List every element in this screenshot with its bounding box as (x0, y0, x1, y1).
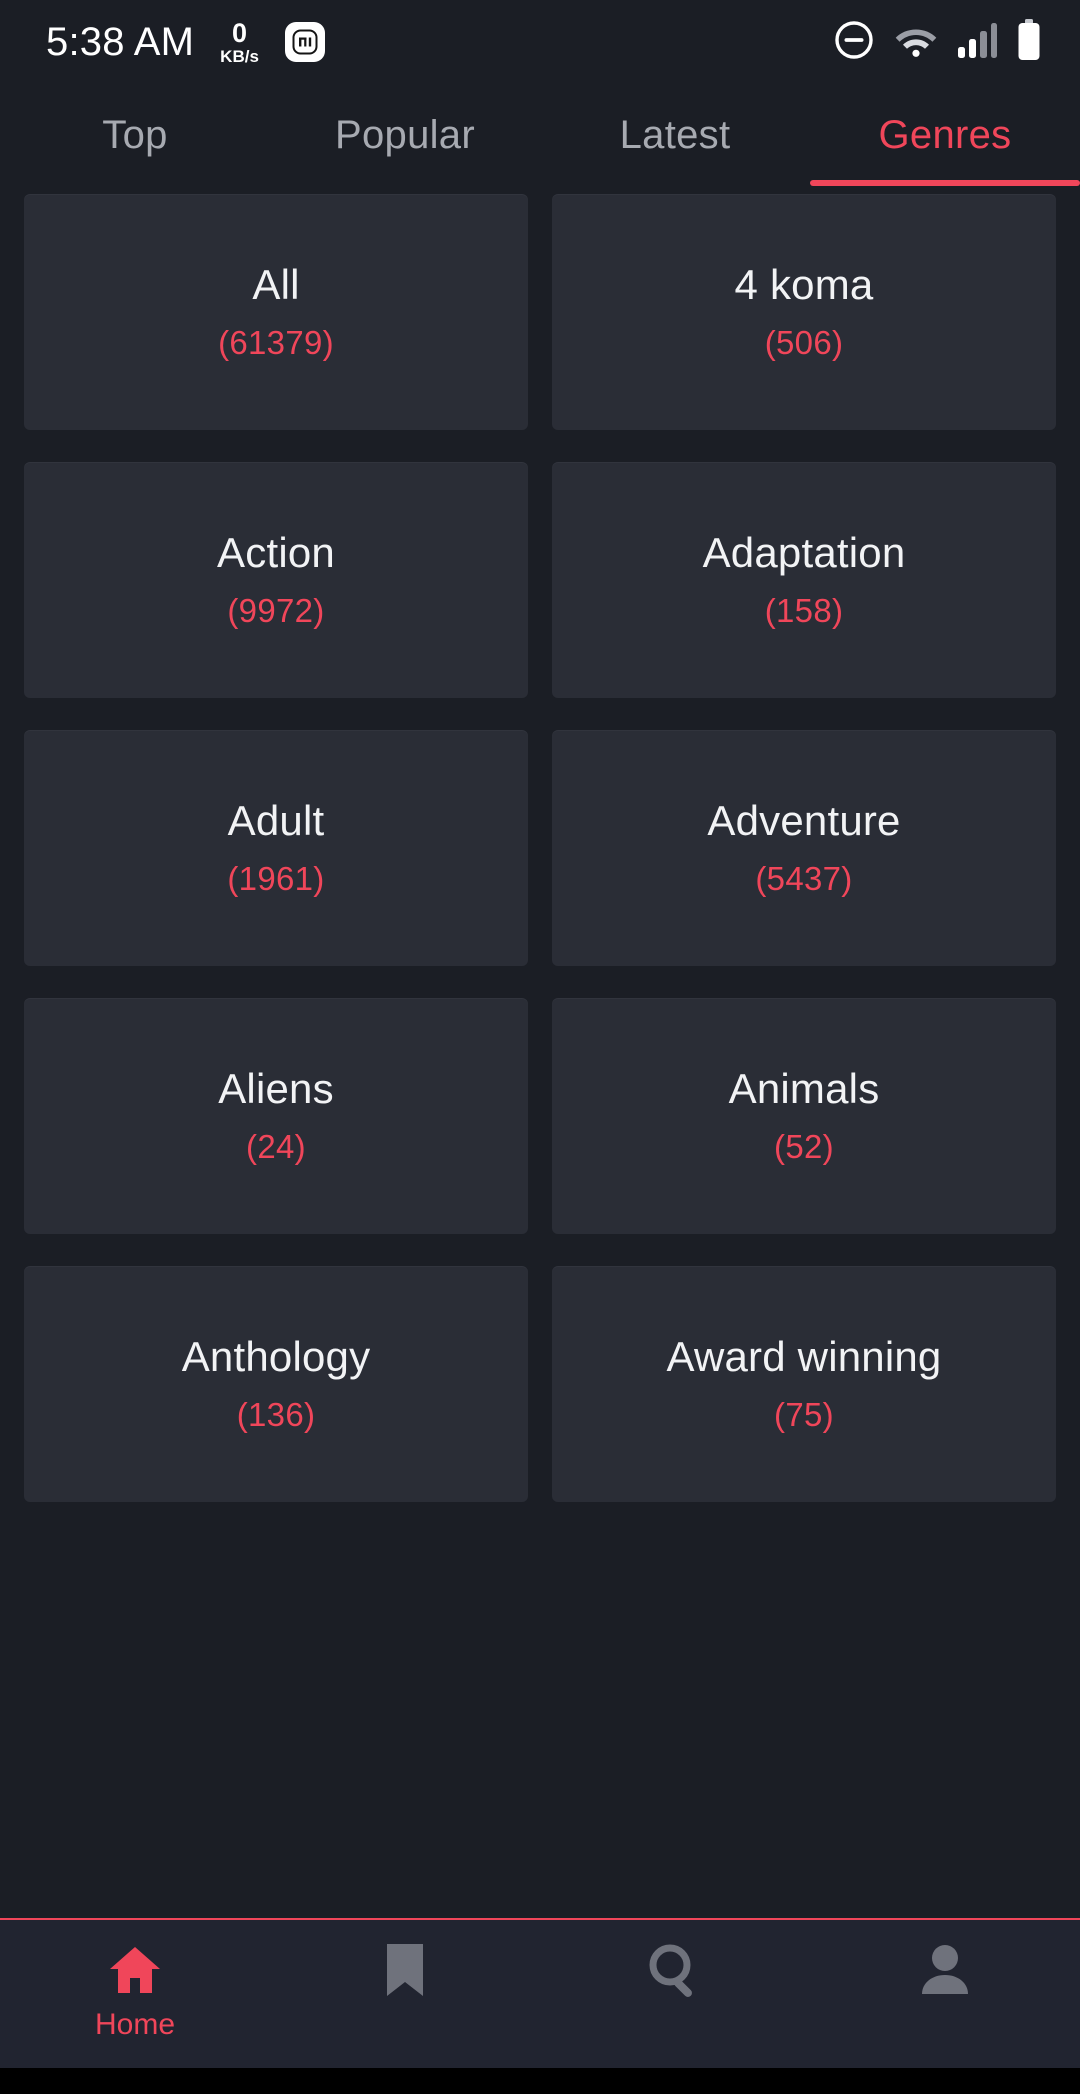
network-speed-indicator: 0 KB/s (220, 17, 259, 66)
wifi-icon (894, 23, 938, 62)
network-speed-unit: KB/s (220, 46, 259, 66)
signal-bars-icon (957, 21, 997, 64)
genre-card-count: (75) (774, 1396, 834, 1434)
status-time: 5:38 AM (46, 19, 195, 64)
genre-card-title: Adventure (707, 796, 901, 844)
genre-card-count: (158) (764, 592, 844, 630)
genre-card-count: (506) (764, 324, 844, 362)
genre-card[interactable]: Adult (1961) (24, 730, 528, 966)
tab-active-indicator (810, 180, 1080, 186)
nav-item-search[interactable] (540, 1920, 810, 1998)
person-icon (918, 1942, 972, 1998)
tab-latest[interactable]: Latest (540, 113, 810, 158)
status-bar-right (833, 18, 1042, 66)
genre-card[interactable]: Aliens (24) (24, 998, 528, 1234)
genre-card-count: (1961) (227, 860, 325, 898)
genre-card-count: (24) (246, 1128, 306, 1166)
genre-card[interactable]: Animals (52) (552, 998, 1056, 1234)
status-bar: 5:38 AM 0 KB/s (0, 0, 1080, 84)
genre-card[interactable]: Adventure (5437) (552, 730, 1056, 966)
search-icon (646, 1942, 704, 1998)
genre-card-count: (5437) (755, 860, 853, 898)
mi-app-icon (284, 22, 325, 62)
genre-card-title: Aliens (218, 1064, 334, 1112)
genre-card[interactable]: 4 koma (506) (552, 194, 1056, 430)
tab-bar: Top Popular Latest Genres (0, 84, 1080, 186)
genre-card-title: Award winning (666, 1332, 942, 1380)
status-bar-left: 5:38 AM 0 KB/s (46, 17, 325, 66)
genre-card-title: Adaptation (702, 528, 906, 576)
genre-card-count: (9972) (227, 592, 325, 630)
genre-card-title: All (252, 260, 300, 308)
genre-card-title: 4 koma (734, 260, 874, 308)
tab-top[interactable]: Top (0, 113, 270, 158)
tab-genres[interactable]: Genres (810, 113, 1080, 158)
genre-card-title: Adult (227, 796, 325, 844)
nav-label-home: Home (94, 2008, 176, 2041)
genre-card-count: (61379) (218, 324, 334, 362)
nav-item-bookmark[interactable] (270, 1920, 540, 1998)
do-not-disturb-icon (833, 19, 875, 66)
genre-card[interactable]: Award winning (75) (552, 1266, 1056, 1502)
home-icon (107, 1942, 163, 1998)
genre-grid-scroll[interactable]: All (61379) 4 koma (506) Action (9972) Adaptat… (0, 190, 1080, 1986)
genre-card[interactable]: Adaptation (158) (552, 462, 1056, 698)
nav-item-profile[interactable] (810, 1920, 1080, 1998)
genre-card[interactable]: All (61379) (24, 194, 528, 430)
genre-grid: All (61379) 4 koma (506) Action (9972) Adaptat… (0, 190, 1080, 1502)
network-speed-value: 0 (232, 17, 248, 48)
genre-card[interactable]: Anthology (136) (24, 1266, 528, 1502)
nav-item-home[interactable]: Home (0, 1920, 270, 2042)
genre-card[interactable]: Action (9972) (24, 462, 528, 698)
battery-icon (1016, 18, 1042, 66)
genre-card-title: Action (217, 528, 335, 576)
genre-card-title: Anthology (181, 1332, 371, 1380)
genre-card-count: (136) (236, 1396, 316, 1434)
genre-card-title: Animals (728, 1064, 880, 1112)
bookmark-icon (383, 1942, 427, 1998)
genre-card-count: (52) (774, 1128, 834, 1166)
system-gesture-bar (0, 2068, 1080, 2094)
tab-popular[interactable]: Popular (270, 113, 540, 158)
app-screen: 5:38 AM 0 KB/s Top Popular Latest Genres… (0, 0, 1080, 2094)
